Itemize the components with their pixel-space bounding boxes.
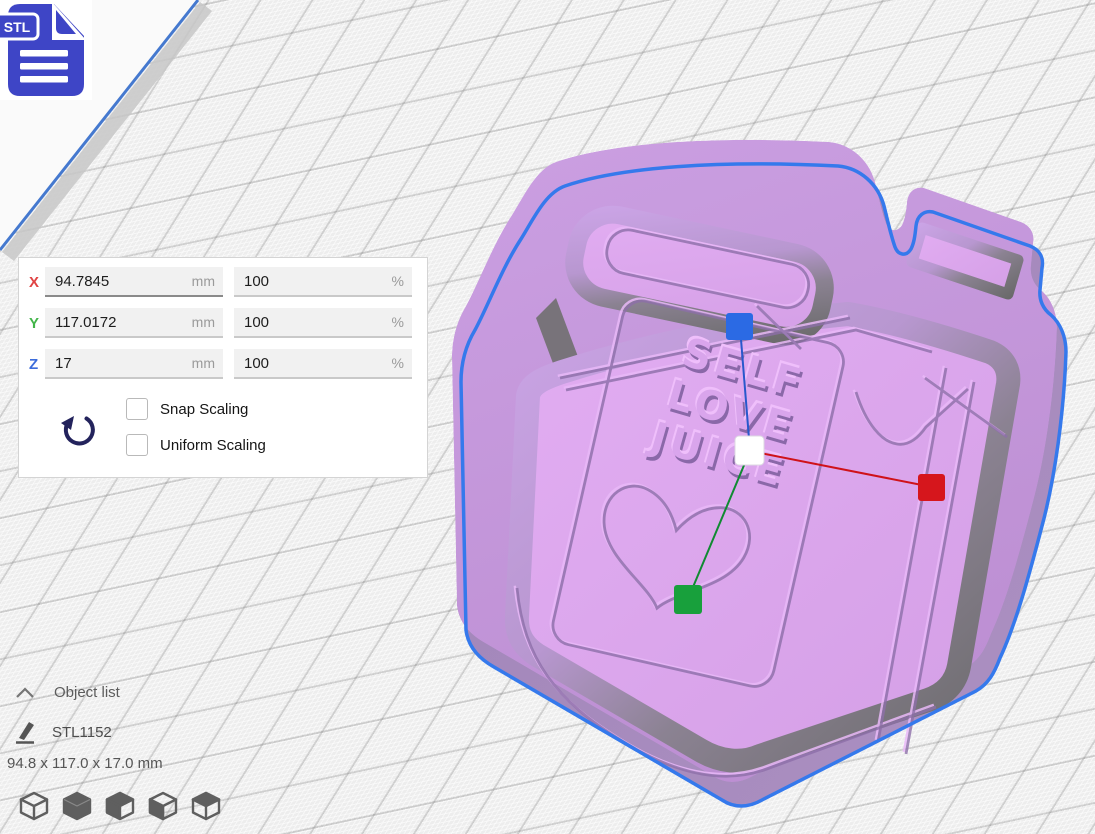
x-percent-input[interactable]: 100 % (234, 267, 412, 297)
scale-row-z: Z 17 mm 100 % (29, 349, 423, 379)
gizmo-handle-y[interactable] (674, 585, 702, 614)
cube-wireframe-icon (18, 790, 50, 822)
view-3d-button[interactable] (17, 790, 51, 824)
mm-unit-label: mm (192, 355, 215, 371)
scale-panel: X 94.7845 mm 100 % Y 117.0172 mm 100 % Z… (18, 257, 428, 478)
checkbox-box[interactable] (126, 398, 148, 420)
uniform-scaling-label: Uniform Scaling (160, 437, 266, 454)
view-right-side-button[interactable] (189, 790, 223, 824)
percent-unit-label: % (392, 314, 404, 330)
stl-file-icon: STL (0, 0, 92, 100)
view-left-side-button[interactable] (146, 790, 180, 824)
axis-y-label: Y (29, 315, 45, 332)
object-name: STL1152 (52, 724, 112, 741)
axis-x-label: X (29, 274, 45, 291)
cube-solid-icon (61, 790, 93, 822)
gizmo-handle-x[interactable] (918, 474, 945, 501)
rotate-reset-icon (57, 406, 99, 452)
object-list-toggle[interactable]: Object list (14, 684, 120, 701)
checkbox-box[interactable] (126, 434, 148, 456)
view-toolbar (17, 790, 223, 824)
y-percent-input[interactable]: 100 % (234, 308, 412, 338)
model-dimensions: 94.8 x 117.0 x 17.0 mm (7, 755, 163, 772)
model-stl1152[interactable]: SELF LOVE JUICE SELF LOVE JUICE SELF LOV… (452, 140, 1066, 806)
reset-scale-button[interactable] (57, 406, 99, 452)
percent-unit-label: % (392, 273, 404, 289)
view-top-button[interactable] (103, 790, 137, 824)
z-percent-input[interactable]: 100 % (234, 349, 412, 379)
scale-row-y: Y 117.0172 mm 100 % (29, 308, 423, 338)
z-size-input[interactable]: 17 mm (45, 349, 223, 379)
stl-badge-label: STL (4, 19, 31, 35)
cube-top-left-icon (104, 790, 136, 822)
snap-scaling-checkbox[interactable]: Snap Scaling (126, 398, 248, 420)
chevron-up-icon (14, 686, 36, 700)
cube-top-face-icon (190, 790, 222, 822)
snap-scaling-label: Snap Scaling (160, 401, 248, 418)
edit-pencil-icon (13, 719, 39, 745)
x-size-input[interactable]: 94.7845 mm (45, 267, 223, 297)
cube-left-face-icon (147, 790, 179, 822)
gizmo-handle-z[interactable] (726, 313, 753, 340)
y-size-input[interactable]: 117.0172 mm (45, 308, 223, 338)
mm-unit-label: mm (192, 273, 215, 289)
object-list-item[interactable]: STL1152 (13, 719, 112, 745)
gizmo-handle-center[interactable] (735, 436, 764, 465)
uniform-scaling-checkbox[interactable]: Uniform Scaling (126, 434, 266, 456)
axis-z-label: Z (29, 356, 45, 373)
scale-row-x: X 94.7845 mm 100 % (29, 267, 423, 297)
view-front-button[interactable] (60, 790, 94, 824)
mm-unit-label: mm (192, 314, 215, 330)
object-list-label: Object list (54, 684, 120, 701)
percent-unit-label: % (392, 355, 404, 371)
